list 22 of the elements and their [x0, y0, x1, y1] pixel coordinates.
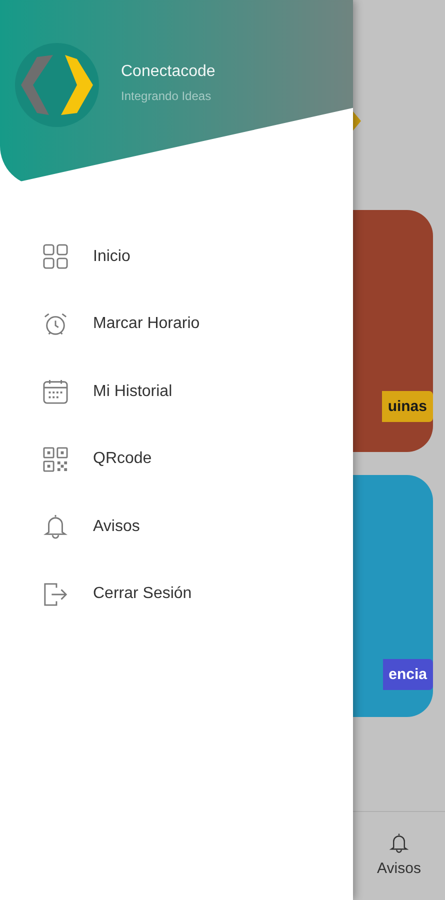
bell-icon	[43, 514, 68, 540]
category-card[interactable]: uinas	[353, 210, 433, 452]
logo-edge-icon	[353, 110, 361, 132]
menu-item[interactable]: Marcar Horario	[0, 290, 353, 358]
category-card[interactable]: encia	[353, 475, 433, 717]
bell-icon	[388, 832, 409, 854]
logout-icon	[43, 582, 68, 607]
grid-icon	[43, 244, 68, 270]
app-subtitle: Integrando Ideas	[121, 89, 212, 103]
card-label: uinas	[382, 391, 433, 422]
menu-item[interactable]: Inicio	[0, 223, 353, 290]
menu-item[interactable]: Avisos	[0, 493, 353, 560]
qr-code-icon	[43, 446, 68, 472]
menu-item[interactable]: QRcode	[0, 426, 353, 493]
menu-item[interactable]: Mi Historial	[0, 358, 353, 426]
bottom-nav-tab[interactable]: Avisos	[377, 812, 421, 900]
card-label: encia	[382, 659, 433, 690]
app-title: Conectacode	[121, 63, 216, 81]
logo-icon	[15, 43, 99, 127]
menu-item[interactable]: Cerrar Sesión	[0, 560, 353, 628]
calendar-icon	[43, 379, 68, 404]
alarm-clock-icon	[43, 312, 68, 337]
